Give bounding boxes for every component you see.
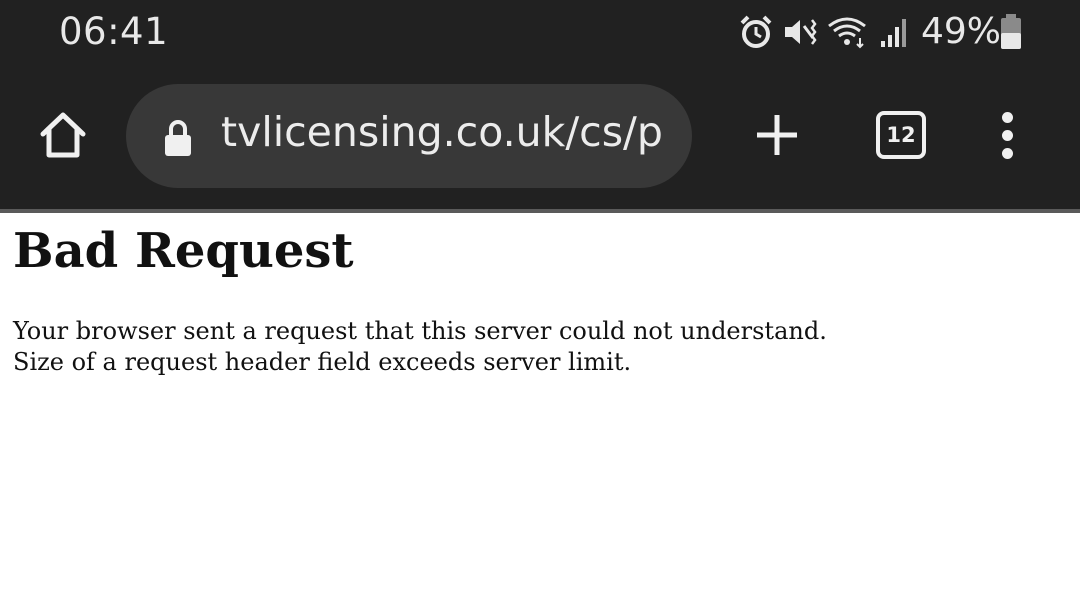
menu-dot [1001, 129, 1013, 141]
new-tab-button[interactable] [746, 102, 808, 168]
plus-icon [757, 115, 797, 155]
home-button[interactable] [30, 102, 96, 168]
overflow-menu-icon[interactable] [982, 102, 1032, 168]
home-icon [40, 112, 86, 158]
menu-dot [1001, 147, 1013, 159]
battery-percentage: 49% [921, 11, 1002, 52]
address-bar[interactable]: tvlicensing.co.uk/cs/p [126, 84, 692, 188]
status-bar: 06:41 49% [0, 0, 1080, 66]
page-content: Bad Request Your browser sent a request … [13, 213, 1063, 378]
lock-icon [165, 120, 191, 156]
page-title: Bad Request [13, 223, 354, 279]
tab-count: 12 [876, 111, 926, 159]
browser-chrome: 06:41 49% tvlicensing.co.uk/cs/p 12 [0, 0, 1080, 210]
error-message-line-2: Size of a request header field exceeds s… [13, 347, 632, 376]
vibrate-mute-icon [782, 12, 818, 52]
wifi-icon [826, 12, 870, 52]
menu-dot [1001, 111, 1013, 123]
url-text[interactable]: tvlicensing.co.uk/cs/p [221, 108, 681, 156]
error-message: Your browser sent a request that this se… [13, 316, 1063, 378]
browser-toolbar: tvlicensing.co.uk/cs/p 12 [0, 80, 1080, 192]
status-time: 06:41 [59, 10, 169, 53]
signal-icon [876, 12, 910, 52]
battery-icon [998, 12, 1024, 52]
alarm-icon [737, 12, 775, 52]
tab-switcher-button[interactable]: 12 [870, 102, 932, 168]
error-message-line-1: Your browser sent a request that this se… [13, 316, 827, 345]
